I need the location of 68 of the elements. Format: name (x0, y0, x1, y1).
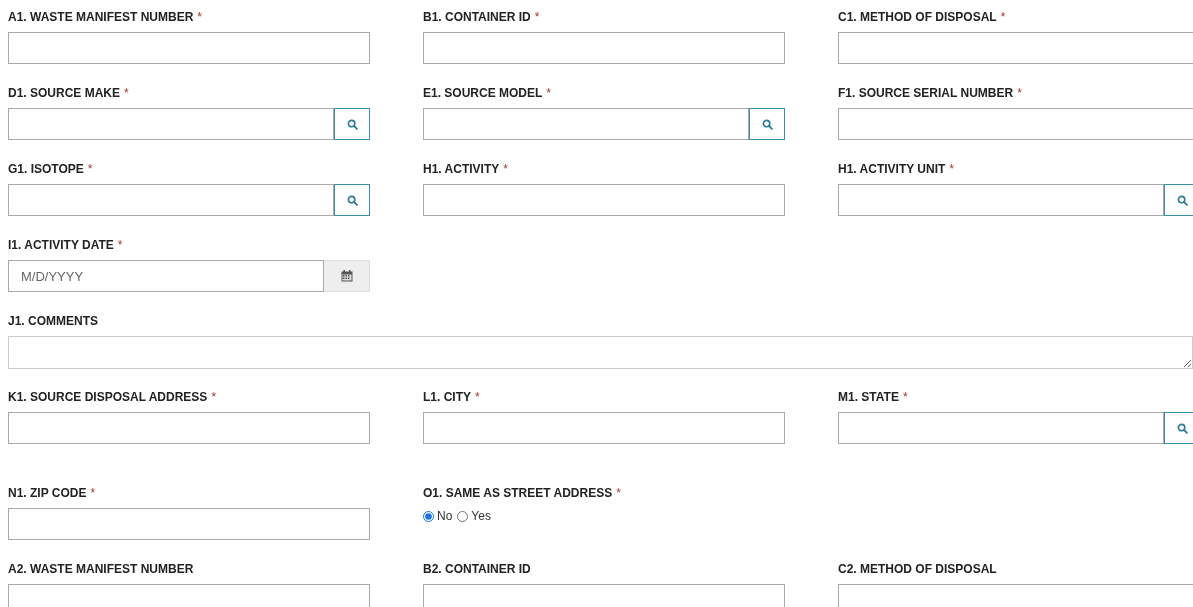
text-field[interactable] (423, 584, 785, 607)
field-label: H1. ACTIVITY (423, 162, 500, 176)
required-marker: * (1000, 10, 1006, 24)
required-marker: * (87, 162, 93, 176)
required-marker: * (546, 86, 552, 100)
date-field[interactable]: M/D/YYYY (8, 260, 324, 292)
field-label: G1. ISOTOPE (8, 162, 84, 176)
field-label: I1. ACTIVITY DATE (8, 238, 114, 252)
search-icon (1176, 422, 1188, 434)
text-field[interactable] (8, 584, 370, 607)
text-field[interactable] (838, 584, 1193, 607)
text-field[interactable] (423, 184, 785, 216)
calendar-icon (340, 270, 353, 282)
search-icon (761, 118, 773, 130)
field-label: B1. CONTAINER ID (423, 10, 531, 24)
text-field[interactable] (8, 184, 334, 216)
required-marker: * (534, 10, 540, 24)
required-marker: * (1017, 86, 1022, 100)
radio-label: No (437, 508, 453, 525)
radio-button[interactable] (423, 510, 434, 522)
field-label: L1. CITY (423, 390, 471, 404)
comments-field[interactable] (8, 336, 1193, 369)
search-button[interactable] (1164, 412, 1193, 444)
required-marker: * (90, 486, 96, 500)
search-button[interactable] (334, 108, 370, 140)
required-marker: * (117, 238, 123, 252)
field-label: B2. CONTAINER ID (423, 562, 531, 576)
search-icon (346, 194, 358, 206)
field-label: N1. ZIP CODE (8, 486, 87, 500)
radio-label: Yes (471, 508, 491, 525)
required-marker: * (902, 390, 908, 404)
calendar-button[interactable] (324, 260, 370, 292)
required-marker: * (949, 162, 954, 176)
text-field[interactable] (423, 108, 749, 140)
text-field[interactable] (423, 412, 785, 444)
field-label: C1. METHOD OF DISPOSAL (838, 10, 997, 24)
field-label: H1. ACTIVITY UNIT (838, 162, 946, 176)
required-marker: * (503, 162, 508, 176)
search-icon (346, 118, 358, 130)
required-marker: * (616, 486, 621, 500)
field-label: K1. SOURCE DISPOSAL ADDRESS (8, 390, 208, 404)
field-label: D1. SOURCE MAKE (8, 86, 120, 100)
field-label: J1. COMMENTS (8, 314, 98, 328)
text-field[interactable] (838, 184, 1164, 216)
field-label: M1. STATE (838, 390, 899, 404)
text-field[interactable] (838, 412, 1164, 444)
text-field[interactable] (838, 108, 1193, 140)
field-label: O1. SAME AS STREET ADDRESS (423, 486, 613, 500)
required-marker: * (211, 390, 217, 404)
field-label: F1. SOURCE SERIAL NUMBER (838, 86, 1014, 100)
text-field[interactable] (838, 32, 1193, 64)
search-button[interactable] (1164, 184, 1193, 216)
radio-button[interactable] (457, 510, 469, 522)
text-field[interactable] (8, 108, 334, 140)
required-marker: * (124, 86, 129, 100)
text-field[interactable] (8, 508, 370, 540)
required-marker: * (197, 10, 202, 24)
text-field[interactable] (8, 412, 370, 444)
field-label: C2. METHOD OF DISPOSAL (838, 562, 997, 576)
required-marker: * (475, 390, 480, 404)
field-label: E1. SOURCE MODEL (423, 86, 543, 100)
text-field[interactable] (8, 32, 370, 64)
search-icon (1176, 194, 1188, 206)
search-button[interactable] (334, 184, 370, 216)
field-label: A1. WASTE MANIFEST NUMBER (8, 10, 194, 24)
field-label: A2. WASTE MANIFEST NUMBER (8, 562, 194, 576)
text-field[interactable] (423, 32, 785, 64)
search-button[interactable] (749, 108, 785, 140)
